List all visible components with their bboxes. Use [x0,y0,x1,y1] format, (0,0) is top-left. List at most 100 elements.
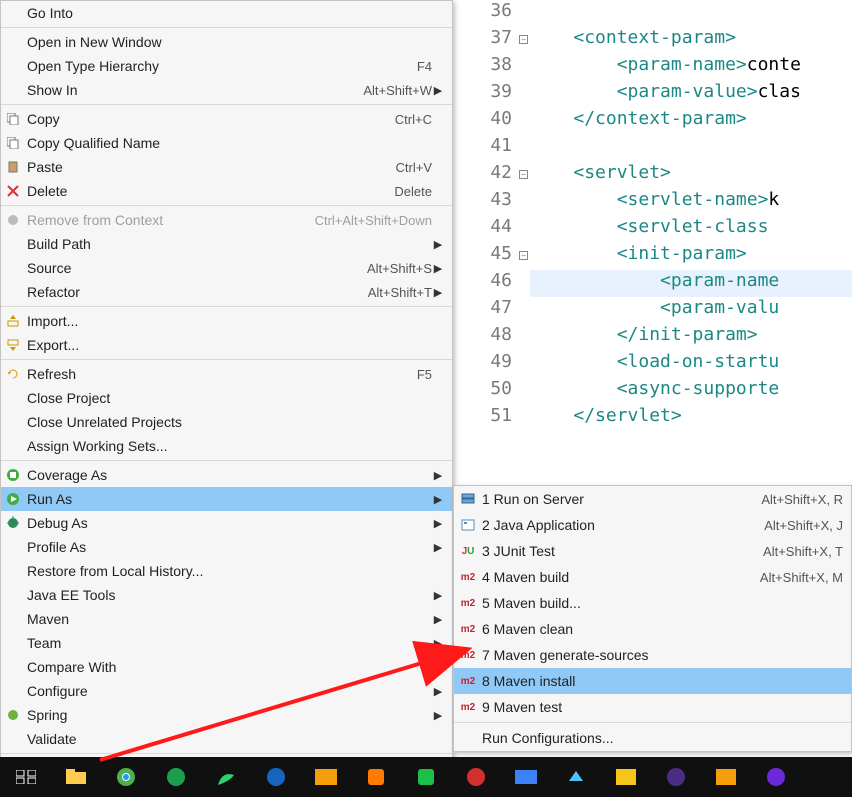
submenu-item-2-java-application[interactable]: 2 Java ApplicationAlt+Shift+X, J [454,512,851,538]
blank-icon [5,659,21,675]
editor-line-46[interactable]: 46 <param-name [460,270,852,297]
code-content[interactable]: <servlet-name>k [530,189,852,216]
app-icon-13[interactable] [756,761,796,793]
code-content[interactable]: <param-value>clas [530,81,852,108]
submenu-label: 5 Maven build... [482,595,843,611]
code-content[interactable]: <param-name>conte [530,54,852,81]
fold-toggle-icon[interactable]: − [519,170,528,179]
editor-line-36[interactable]: 36 [460,0,852,27]
menu-item-copy-qualified-name[interactable]: Copy Qualified Name [1,131,452,155]
code-content[interactable]: <context-param> [530,27,852,54]
menu-item-compare-with[interactable]: Compare With▶ [1,655,452,679]
menu-item-validate[interactable]: Validate [1,727,452,751]
code-content[interactable] [530,0,852,27]
code-content[interactable]: <async-supporte [530,378,852,405]
chrome-icon[interactable] [106,761,146,793]
app-icon-8[interactable] [506,761,546,793]
editor-line-40[interactable]: 40 </context-param> [460,108,852,135]
explorer-icon[interactable] [56,761,96,793]
menu-item-copy[interactable]: CopyCtrl+C [1,107,452,131]
app-icon-5[interactable] [356,761,396,793]
editor-line-43[interactable]: 43 <servlet-name>k [460,189,852,216]
editor-line-45[interactable]: 45− <init-param> [460,243,852,270]
menu-item-close-unrelated-projects[interactable]: Close Unrelated Projects [1,410,452,434]
app-icon-2[interactable] [206,761,246,793]
menu-item-refactor[interactable]: RefactorAlt+Shift+T▶ [1,280,452,304]
submenu-item-3-junit-test[interactable]: JU3 JUnit TestAlt+Shift+X, T [454,538,851,564]
editor-line-48[interactable]: 48 </init-param> [460,324,852,351]
submenu-item-1-run-on-server[interactable]: 1 Run on ServerAlt+Shift+X, R [454,486,851,512]
app-icon-12[interactable] [706,761,746,793]
app-icon-4[interactable] [306,761,346,793]
editor-line-44[interactable]: 44 <servlet-class [460,216,852,243]
editor-line-51[interactable]: 51 </servlet> [460,405,852,432]
code-content[interactable]: <param-name [530,270,852,297]
code-content[interactable]: </init-param> [530,324,852,351]
submenu-item-5-maven-build[interactable]: m25 Maven build... [454,590,851,616]
menu-item-assign-working-sets[interactable]: Assign Working Sets... [1,434,452,458]
menu-label: Profile As [27,539,432,555]
menu-item-build-path[interactable]: Build Path▶ [1,232,452,256]
menu-item-profile-as[interactable]: Profile As▶ [1,535,452,559]
app-icon-6[interactable] [406,761,446,793]
menu-item-open-in-new-window[interactable]: Open in New Window [1,30,452,54]
menu-item-source[interactable]: SourceAlt+Shift+S▶ [1,256,452,280]
code-content[interactable]: <servlet> [530,162,852,189]
menu-item-coverage-as[interactable]: Coverage As▶ [1,463,452,487]
delete-icon [5,183,21,199]
submenu-shortcut: Alt+Shift+X, R [761,492,843,507]
menu-item-import[interactable]: Import... [1,309,452,333]
submenu-item-9-maven-test[interactable]: m29 Maven test [454,694,851,720]
submenu-item-4-maven-build[interactable]: m24 Maven buildAlt+Shift+X, M [454,564,851,590]
editor-line-47[interactable]: 47 <param-valu [460,297,852,324]
app-icon-10[interactable] [606,761,646,793]
menu-item-java-ee-tools[interactable]: Java EE Tools▶ [1,583,452,607]
code-content[interactable] [530,135,852,162]
code-content[interactable]: <init-param> [530,243,852,270]
code-content[interactable]: </servlet> [530,405,852,432]
code-content[interactable]: <load-on-startu [530,351,852,378]
menu-label: Refresh [27,366,417,382]
fold-toggle-icon[interactable]: − [519,251,528,260]
submenu-item-run-configurations[interactable]: Run Configurations... [454,725,851,751]
code-content[interactable]: </context-param> [530,108,852,135]
menu-item-debug-as[interactable]: Debug As▶ [1,511,452,535]
editor-line-41[interactable]: 41 [460,135,852,162]
menu-item-export[interactable]: Export... [1,333,452,357]
editor-line-38[interactable]: 38 <param-name>conte [460,54,852,81]
chevron-right-icon: ▶ [432,517,444,530]
menu-item-restore-from-local-history[interactable]: Restore from Local History... [1,559,452,583]
submenu-item-6-maven-clean[interactable]: m26 Maven clean [454,616,851,642]
app-icon-9[interactable] [556,761,596,793]
editor-line-39[interactable]: 39 <param-value>clas [460,81,852,108]
menu-item-maven[interactable]: Maven▶ [1,607,452,631]
app-icon-1[interactable] [156,761,196,793]
menu-item-open-type-hierarchy[interactable]: Open Type HierarchyF4 [1,54,452,78]
submenu-shortcut: Alt+Shift+X, T [763,544,843,559]
menu-item-show-in[interactable]: Show InAlt+Shift+W▶ [1,78,452,102]
app-icon-11[interactable] [656,761,696,793]
menu-item-configure[interactable]: Configure▶ [1,679,452,703]
menu-item-delete[interactable]: DeleteDelete [1,179,452,203]
app-icon-7[interactable] [456,761,496,793]
menu-item-go-into[interactable]: Go Into [1,1,452,25]
menu-item-spring[interactable]: Spring▶ [1,703,452,727]
editor-line-37[interactable]: 37− <context-param> [460,27,852,54]
code-content[interactable]: <servlet-class [530,216,852,243]
task-view-icon[interactable] [6,761,46,793]
menu-item-team[interactable]: Team▶ [1,631,452,655]
menu-item-run-as[interactable]: Run As▶ [1,487,452,511]
code-content[interactable]: <param-valu [530,297,852,324]
editor-line-50[interactable]: 50 <async-supporte [460,378,852,405]
menu-item-refresh[interactable]: RefreshF5 [1,362,452,386]
fold-toggle-icon[interactable]: − [519,35,528,44]
menu-item-close-project[interactable]: Close Project [1,386,452,410]
blank-icon [5,260,21,276]
chevron-right-icon: ▶ [432,637,444,650]
editor-line-49[interactable]: 49 <load-on-startu [460,351,852,378]
editor-line-42[interactable]: 42− <servlet> [460,162,852,189]
submenu-item-7-maven-generate-sources[interactable]: m27 Maven generate-sources [454,642,851,668]
menu-item-paste[interactable]: PasteCtrl+V [1,155,452,179]
submenu-item-8-maven-install[interactable]: m28 Maven install [454,668,851,694]
app-icon-3[interactable] [256,761,296,793]
